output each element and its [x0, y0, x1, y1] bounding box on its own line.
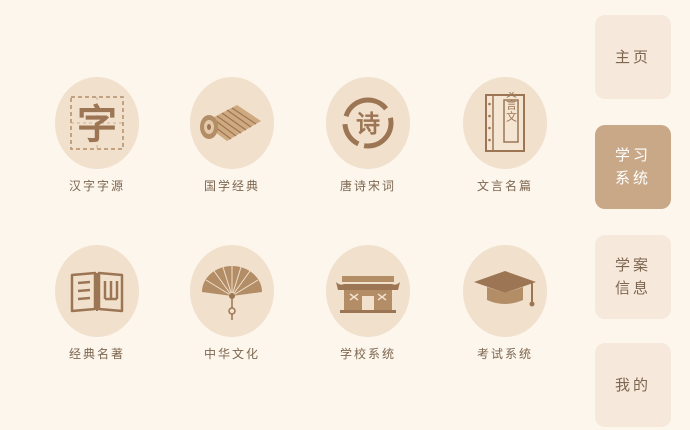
module-icon-circle [190, 245, 274, 337]
sidebar-item-label: 主页 [615, 47, 652, 66]
open-book-icon [70, 271, 124, 313]
module-icon-circle [55, 245, 139, 337]
module-icon-circle: 文言文 [463, 77, 547, 169]
module-classic-masterpieces[interactable]: 经典名著 [32, 245, 162, 362]
module-label: 中华文化 [203, 347, 260, 361]
graduation-cap-icon [474, 271, 536, 307]
module-exam-system[interactable]: 考试系统 [440, 245, 570, 362]
bamboo-scroll-icon [200, 105, 261, 141]
module-guoxue-classics[interactable]: 国学经典 [167, 77, 297, 194]
module-label: 国学经典 [203, 179, 260, 193]
module-icon-circle [463, 245, 547, 337]
folding-fan-icon [202, 266, 262, 320]
character-zi-icon: 字 [70, 96, 124, 150]
module-label: 学校系统 [339, 347, 396, 361]
module-icon-circle [326, 245, 410, 337]
sidebar-item-label: 学习系统 [615, 146, 652, 187]
module-label: 经典名著 [68, 347, 125, 361]
module-label: 唐诗宋词 [339, 179, 396, 193]
module-icon-circle [190, 77, 274, 169]
thread-bound-book-icon: 文言文 [485, 92, 525, 152]
poem-glyph: 诗 [356, 109, 380, 138]
sidebar-item-label: 我的 [615, 375, 652, 394]
module-label: 考试系统 [476, 347, 533, 361]
module-icon-circle: 诗 [326, 77, 410, 169]
sidebar-item-label: 学案信息 [615, 256, 652, 297]
module-icon-circle: 字 [55, 77, 139, 169]
module-tang-song-poetry[interactable]: 诗 唐诗宋词 [303, 77, 433, 194]
character-zi-glyph: 字 [77, 101, 117, 148]
sidebar-item-study-system[interactable]: 学习系统 [595, 125, 671, 209]
module-hanzi-origin[interactable]: 字 汉字字源 [32, 77, 162, 194]
sidebar-nav: 主页 学习系统 学案信息 我的 [595, 0, 671, 430]
book-title-glyph: 文言文 [505, 92, 518, 123]
module-label: 汉字字源 [68, 179, 125, 193]
sidebar-item-mine[interactable]: 我的 [595, 343, 671, 427]
module-classical-essays[interactable]: 文言文 文言名篇 [440, 77, 570, 194]
sidebar-item-study-plan-info[interactable]: 学案信息 [595, 235, 671, 319]
module-chinese-culture[interactable]: 中华文化 [167, 245, 297, 362]
sidebar-item-home[interactable]: 主页 [595, 15, 671, 99]
school-gate-icon [336, 276, 400, 313]
module-label: 文言名篇 [476, 179, 533, 193]
poem-seal-icon: 诗 [342, 97, 394, 149]
module-grid: 字 汉字字源 国学经典 诗 唐诗宋词 文言文 文言名篇 经典名著 中华文化 学校… [0, 0, 590, 430]
module-school-system[interactable]: 学校系统 [303, 245, 433, 362]
